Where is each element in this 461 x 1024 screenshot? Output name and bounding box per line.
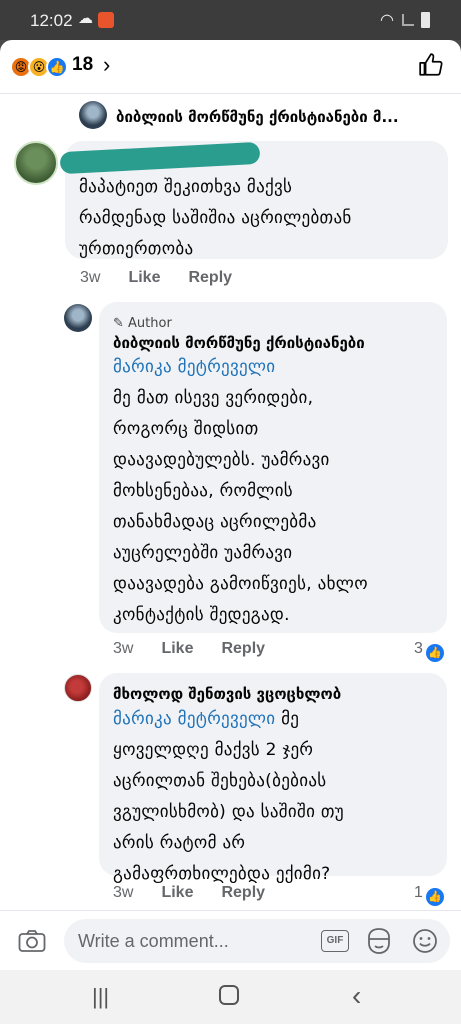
mention-link[interactable]: მარიკა მეტრეველი bbox=[113, 709, 275, 729]
comment-line: მოხსენებაა, რომლის bbox=[113, 481, 293, 501]
comment-bubble[interactable]: მხოლოდ შენთვის ვცოცხლობ მარიკა მეტრეველი… bbox=[99, 673, 447, 884]
system-navigation-bar: ||| ‹ bbox=[0, 970, 461, 1024]
comment-actions: 3w Like Reply bbox=[113, 640, 293, 658]
comment-line: აუცრელებში უამრავი bbox=[113, 543, 293, 563]
comment-line: დაავადება გამოიწვიეს, ახლო bbox=[113, 574, 368, 594]
comment-actions: 3w Like Reply bbox=[113, 884, 293, 902]
like-button[interactable]: Like bbox=[161, 640, 193, 657]
battery-icon bbox=[421, 12, 430, 28]
reaction-count[interactable]: 18 bbox=[72, 54, 93, 76]
reply-button[interactable]: Reply bbox=[221, 884, 265, 901]
comment-line: თანახმადაც აცრილებმა bbox=[113, 512, 317, 532]
comment-line: აცრილთან შეხება(ბებიას bbox=[113, 771, 327, 791]
recent-apps-icon[interactable]: ||| bbox=[92, 984, 109, 1010]
comment-line: მე მათ ისევე ვერიდები, bbox=[113, 388, 314, 408]
comment-input[interactable]: Write a comment... GIF bbox=[64, 919, 450, 963]
reactions-header: 😡 😮 👍 18 › bbox=[0, 40, 461, 94]
comment-text: მარიკა მეტრეველი მე მათ ისევე ვერიდები, … bbox=[113, 352, 368, 631]
author-tag: Author bbox=[128, 316, 172, 331]
comment-line: მე bbox=[275, 709, 300, 729]
like-icon: 👍 bbox=[425, 888, 444, 906]
like-count-value: 1 bbox=[414, 884, 423, 901]
sticker-icon[interactable] bbox=[366, 927, 392, 955]
comments-sheet: 😡 😮 👍 18 › ბიბლიის მორწმუნე ქრისტიანები … bbox=[0, 40, 461, 970]
status-time: 12:02 bbox=[30, 11, 73, 30]
gif-icon[interactable]: GIF bbox=[321, 930, 349, 952]
reaction-icons[interactable]: 😡 😮 👍 bbox=[10, 56, 72, 78]
mention-link[interactable]: მარიკა მეტრეველი bbox=[113, 352, 368, 383]
comment-author[interactable]: ბიბლიის მორწმუნე ქრისტიანები bbox=[113, 334, 365, 352]
comment-line: მაპატიეთ შეკითხვა მაქვს bbox=[79, 177, 293, 197]
avatar[interactable] bbox=[64, 674, 92, 702]
status-bar: 12:02 ☁ ◠ bbox=[0, 0, 461, 40]
avatar[interactable] bbox=[64, 304, 92, 332]
comment-bubble[interactable]: ✎ Author ბიბლიის მორწმუნე ქრისტიანები მა… bbox=[99, 302, 447, 633]
comment-line: კონტაქტის შედეგად. bbox=[113, 605, 290, 625]
avatar[interactable] bbox=[14, 141, 58, 185]
comment-input-placeholder: Write a comment... bbox=[78, 931, 229, 951]
camera-icon[interactable] bbox=[18, 929, 46, 953]
comment-time: 3w bbox=[113, 640, 134, 657]
comment-like-count[interactable]: 3 👍 bbox=[414, 640, 444, 662]
comment-time: 3w bbox=[113, 884, 134, 901]
thumbs-up-icon[interactable] bbox=[418, 52, 444, 78]
comment-line: დაავადებულებს. უამრავი bbox=[113, 450, 330, 470]
comment-time: 3w bbox=[80, 269, 101, 286]
comment-line: როგორც შიდსით bbox=[113, 419, 259, 439]
reply-button[interactable]: Reply bbox=[188, 269, 232, 286]
comment-text: მაპატიეთ შეკითხვა მაქვს რამდენად საშიშია… bbox=[79, 172, 352, 265]
post-header[interactable]: ბიბლიის მორწმუნე ქრისტიანები მ... bbox=[0, 94, 461, 138]
home-icon[interactable] bbox=[219, 985, 239, 1005]
author-badge: ✎ Author bbox=[113, 312, 172, 331]
comment-line: არის რატომ არ bbox=[113, 833, 246, 853]
cloud-icon: ☁ bbox=[78, 10, 93, 27]
like-icon: 👍 bbox=[425, 644, 444, 662]
back-icon[interactable]: ‹ bbox=[352, 980, 361, 1012]
chevron-right-icon[interactable]: › bbox=[103, 52, 110, 78]
comment-line: ურთიერთობა bbox=[79, 239, 194, 259]
signal-icon bbox=[402, 14, 414, 26]
comment-text: მარიკა მეტრეველი მე ყოველდღე მაქვს 2 ჯერ… bbox=[113, 704, 344, 890]
like-reaction-icon: 👍 bbox=[46, 56, 68, 78]
like-button[interactable]: Like bbox=[128, 269, 160, 286]
comment-composer: Write a comment... GIF bbox=[0, 910, 461, 970]
comment-line: ვგულისხმობ) და საშიში თუ bbox=[113, 802, 344, 822]
like-count-value: 3 bbox=[414, 640, 423, 657]
emoji-icon[interactable] bbox=[412, 928, 438, 954]
app-notification-icon bbox=[98, 12, 114, 28]
comment-line: ყოველდღე მაქვს 2 ჯერ bbox=[113, 740, 314, 760]
page-avatar[interactable] bbox=[79, 101, 107, 129]
like-button[interactable]: Like bbox=[161, 884, 193, 901]
comment-line: რამდენად საშიშია აცრილებთან bbox=[79, 208, 352, 228]
comment-actions: 3w Like Reply bbox=[80, 269, 260, 287]
comment-like-count[interactable]: 1 👍 bbox=[414, 884, 444, 906]
post-page-name[interactable]: ბიბლიის მორწმუნე ქრისტიანები მ... bbox=[116, 108, 399, 126]
wifi-icon: ◠ bbox=[380, 12, 394, 29]
reply-button[interactable]: Reply bbox=[221, 640, 265, 657]
comment-author[interactable]: მხოლოდ შენთვის ვცოცხლობ bbox=[113, 685, 341, 703]
pencil-icon: ✎ bbox=[113, 316, 129, 331]
